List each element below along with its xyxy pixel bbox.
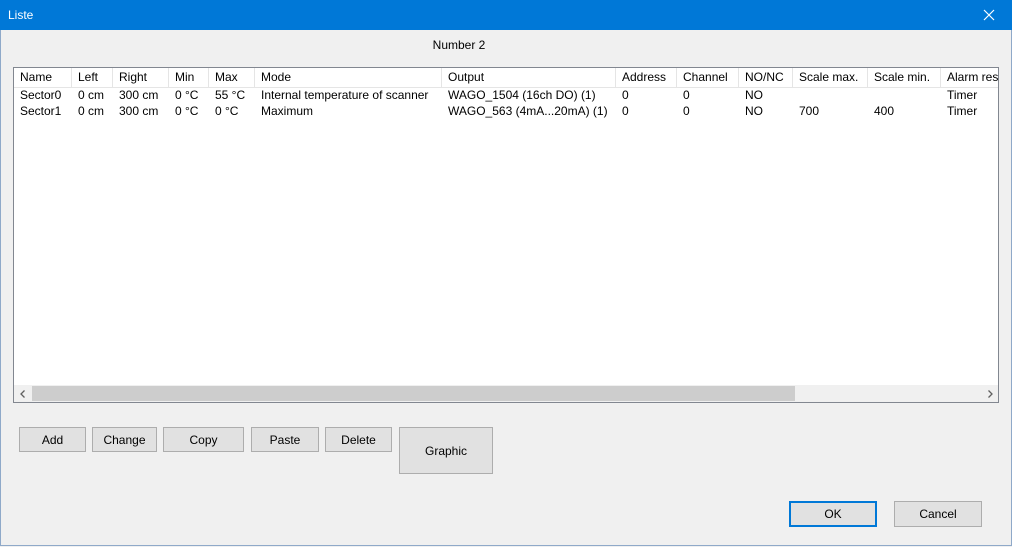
list-row[interactable]: Sector1 0 cm 300 cm 0 °C 0 °C Maximum WA… <box>14 103 998 119</box>
close-icon <box>983 9 995 21</box>
cell-name: Sector1 <box>20 104 62 118</box>
cell-left: 0 cm <box>78 88 105 102</box>
cell-right: 300 cm <box>119 104 159 118</box>
scroll-right-button[interactable] <box>981 385 998 402</box>
cell-scale-min <box>868 87 941 103</box>
change-button[interactable]: Change <box>92 427 157 452</box>
column-header-scale-min[interactable]: Scale min. <box>868 68 941 87</box>
column-header-mode[interactable]: Mode <box>255 68 442 87</box>
column-header-right[interactable]: Right <box>113 68 169 87</box>
cell-alarm-res: Timer <box>947 104 978 118</box>
horizontal-scrollbar[interactable] <box>14 385 998 402</box>
close-button[interactable] <box>966 0 1012 30</box>
column-header-channel[interactable]: Channel <box>677 68 739 87</box>
sector-list[interactable]: Name Left Right Min Max Mode Output Addr… <box>13 67 999 403</box>
window-title: Liste <box>8 8 34 22</box>
copy-button[interactable]: Copy <box>163 427 244 452</box>
cell-mode: Internal temperature of scanner <box>261 88 429 102</box>
list-row[interactable]: Sector0 0 cm 300 cm 0 °C 55 °C Internal … <box>14 87 998 103</box>
column-header-name[interactable]: Name <box>14 68 72 87</box>
cancel-button[interactable]: Cancel <box>894 501 982 527</box>
column-header-max[interactable]: Max <box>209 68 255 87</box>
add-button[interactable]: Add <box>19 427 86 452</box>
cell-output: WAGO_1504 (16ch DO) (1) <box>448 88 596 102</box>
delete-button[interactable]: Delete <box>325 427 392 452</box>
cell-min: 0 °C <box>175 88 199 102</box>
cell-output: WAGO_563 (4mA...20mA) (1) <box>448 104 608 118</box>
cell-nonc: NO <box>745 104 763 118</box>
cell-scale-max: 700 <box>799 104 820 118</box>
list-heading: Number 2 <box>432 38 486 52</box>
cell-address: 0 <box>622 104 629 118</box>
column-header-alarm-res[interactable]: Alarm res <box>941 68 998 87</box>
cell-alarm-res: Timer <box>947 88 978 102</box>
cell-nonc: NO <box>745 88 763 102</box>
cell-left: 0 cm <box>78 104 105 118</box>
cell-scale-min: 400 <box>874 104 895 118</box>
cell-mode: Maximum <box>261 104 314 118</box>
scroll-left-button[interactable] <box>14 385 31 402</box>
cell-min: 0 °C <box>175 104 199 118</box>
column-header-address[interactable]: Address <box>616 68 677 87</box>
column-header-nonc[interactable]: NO/NC <box>739 68 793 87</box>
cell-channel: 0 <box>683 88 690 102</box>
title-bar: Liste <box>0 0 1012 30</box>
cell-name: Sector0 <box>20 88 62 102</box>
cell-right: 300 cm <box>119 88 159 102</box>
cell-max: 55 °C <box>215 88 246 102</box>
paste-button[interactable]: Paste <box>251 427 319 452</box>
cell-address: 0 <box>622 88 629 102</box>
column-header-output[interactable]: Output <box>442 68 616 87</box>
ok-button[interactable]: OK <box>789 501 877 527</box>
column-header-left[interactable]: Left <box>72 68 113 87</box>
cell-max: 0 °C <box>215 104 239 118</box>
list-header: Name Left Right Min Max Mode Output Addr… <box>14 68 998 88</box>
chevron-left-icon <box>19 389 25 398</box>
graphic-button[interactable]: Graphic <box>399 427 493 474</box>
column-header-scale-max[interactable]: Scale max. <box>793 68 868 87</box>
cell-channel: 0 <box>683 104 690 118</box>
column-header-min[interactable]: Min <box>169 68 209 87</box>
chevron-right-icon <box>987 389 993 398</box>
scroll-thumb[interactable] <box>32 386 795 401</box>
cell-scale-max <box>793 87 868 103</box>
